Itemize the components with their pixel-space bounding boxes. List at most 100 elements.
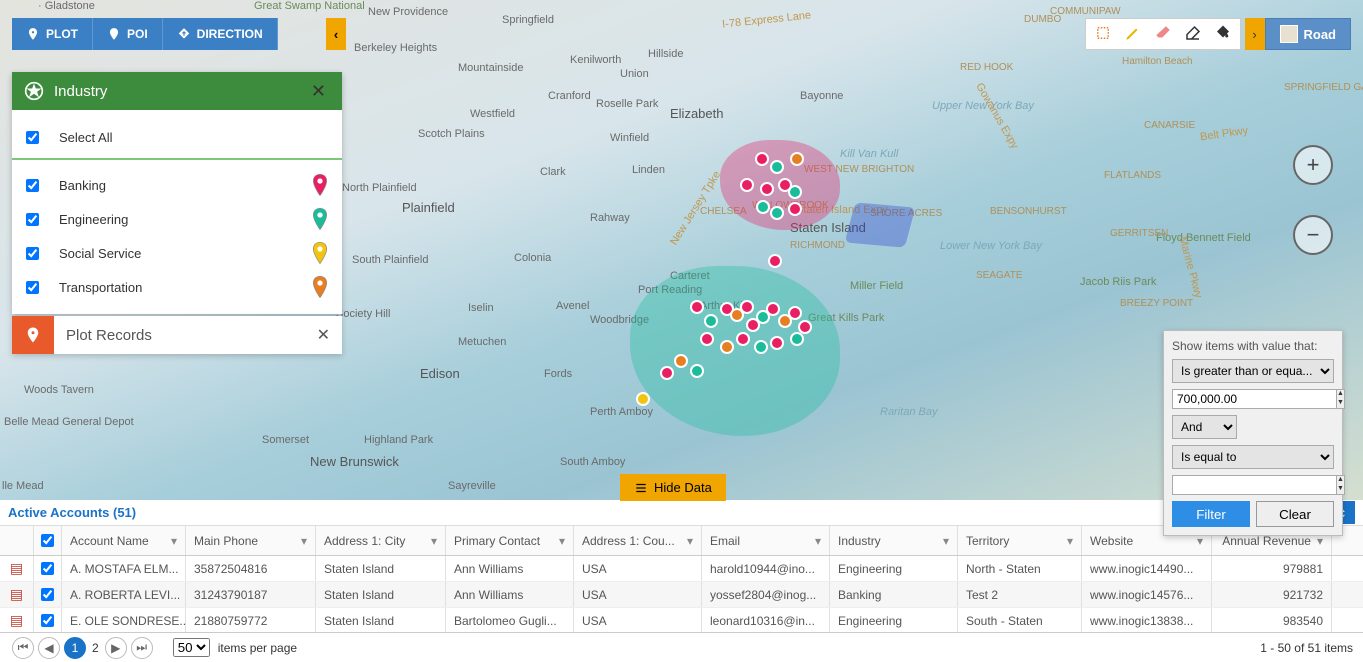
- map-marker[interactable]: [788, 202, 802, 216]
- zoom-in-button[interactable]: +: [1293, 145, 1333, 185]
- collapse-right-button[interactable]: ›: [1245, 18, 1265, 50]
- filter-apply-button[interactable]: Filter: [1172, 501, 1250, 527]
- page-number-2[interactable]: 2: [92, 641, 99, 655]
- industry-checkbox[interactable]: [26, 281, 39, 294]
- map-marker[interactable]: [770, 206, 784, 220]
- map-marker[interactable]: [766, 302, 780, 316]
- industry-checkbox[interactable]: [26, 179, 39, 192]
- industry-panel-body: Select All Banking Engineering Social Se…: [12, 110, 342, 314]
- map-type-button[interactable]: Road: [1265, 18, 1352, 50]
- map-marker[interactable]: [768, 254, 782, 268]
- map-label: FLATLANDS: [1104, 170, 1161, 181]
- map-marker[interactable]: [660, 366, 674, 380]
- eraser-tool-icon[interactable]: [1154, 24, 1172, 45]
- map-marker[interactable]: [700, 332, 714, 346]
- map-marker[interactable]: [736, 332, 750, 346]
- map-marker[interactable]: [720, 340, 734, 354]
- header-checkbox[interactable]: [41, 534, 54, 547]
- poi-button[interactable]: POI: [93, 18, 163, 50]
- industry-checkbox[interactable]: [26, 247, 39, 260]
- map-marker[interactable]: [788, 306, 802, 320]
- spinner-2[interactable]: ▲▼: [1337, 475, 1345, 495]
- filter-operator-2[interactable]: Is equal to: [1172, 445, 1334, 469]
- select-tool-icon[interactable]: [1094, 24, 1112, 45]
- map-marker[interactable]: [704, 314, 718, 328]
- map-marker[interactable]: [790, 152, 804, 166]
- filter-icon[interactable]: ▾: [431, 534, 437, 548]
- col-primary-contact[interactable]: Primary Contact▾: [446, 526, 574, 555]
- table-row[interactable]: ▤ A. ROBERTA LEVI... 31243790187 Staten …: [0, 582, 1363, 608]
- filter-icon[interactable]: ▾: [687, 534, 693, 548]
- zoom-out-button[interactable]: −: [1293, 215, 1333, 255]
- filter-clear-button[interactable]: Clear: [1256, 501, 1334, 527]
- spin-down-icon[interactable]: ▼: [1337, 485, 1344, 494]
- filter-operator-1[interactable]: Is greater than or equa...: [1172, 359, 1334, 383]
- map-label: Highland Park: [364, 434, 433, 446]
- page-first-button[interactable]: ⏮: [12, 637, 34, 659]
- row-checkbox[interactable]: [41, 614, 54, 627]
- direction-button[interactable]: DIRECTION: [163, 18, 278, 50]
- map-marker[interactable]: [690, 300, 704, 314]
- page-next-button[interactable]: ▶: [105, 637, 127, 659]
- pin-icon: [107, 27, 121, 41]
- page-number-1[interactable]: 1: [64, 637, 86, 659]
- map-marker[interactable]: [760, 182, 774, 196]
- page-last-button[interactable]: ⏭: [131, 637, 153, 659]
- hide-data-button[interactable]: Hide Data: [620, 474, 726, 501]
- filter-value-1[interactable]: [1172, 389, 1337, 409]
- spin-up-icon[interactable]: ▲: [1337, 390, 1344, 399]
- filter-icon[interactable]: ▾: [301, 534, 307, 548]
- pencil-tool-icon[interactable]: [1124, 24, 1142, 45]
- pin-icon: [312, 208, 328, 230]
- table-row[interactable]: ▤ E. OLE SONDRESE... 21880759772 Staten …: [0, 608, 1363, 634]
- edit-tool-icon[interactable]: [1184, 24, 1202, 45]
- map-marker[interactable]: [788, 185, 802, 199]
- col-account-name[interactable]: Account Name▾: [62, 526, 186, 555]
- col-industry[interactable]: Industry▾: [830, 526, 958, 555]
- filter-icon[interactable]: ▾: [815, 534, 821, 548]
- collapse-left-button[interactable]: ‹: [326, 18, 346, 50]
- filter-icon[interactable]: ▾: [1067, 534, 1073, 548]
- page-prev-button[interactable]: ◀: [38, 637, 60, 659]
- close-plot-records-button[interactable]: ✕: [305, 325, 342, 345]
- map-marker[interactable]: [740, 300, 754, 314]
- col-country[interactable]: Address 1: Cou...▾: [574, 526, 702, 555]
- map-marker[interactable]: [756, 200, 770, 214]
- map-marker[interactable]: [770, 336, 784, 350]
- map-label: Fords: [544, 368, 572, 380]
- table-row[interactable]: ▤ A. MOSTAFA ELM... 35872504816 Staten I…: [0, 556, 1363, 582]
- spin-down-icon[interactable]: ▼: [1337, 399, 1344, 408]
- col-main-phone[interactable]: Main Phone▾: [186, 526, 316, 555]
- row-checkbox[interactable]: [41, 588, 54, 601]
- spinner-1[interactable]: ▲▼: [1337, 389, 1345, 409]
- map-marker[interactable]: [790, 332, 804, 346]
- select-all-checkbox[interactable]: [26, 131, 39, 144]
- map-marker[interactable]: [636, 392, 650, 406]
- map-marker[interactable]: [690, 364, 704, 378]
- map-marker[interactable]: [674, 354, 688, 368]
- filter-conjunction[interactable]: And: [1172, 415, 1237, 439]
- plot-button[interactable]: PLOT: [12, 18, 93, 50]
- map-marker[interactable]: [740, 178, 754, 192]
- row-checkbox[interactable]: [41, 562, 54, 575]
- filter-value-2[interactable]: [1172, 475, 1337, 495]
- col-email[interactable]: Email▾: [702, 526, 830, 555]
- map-marker[interactable]: [755, 152, 769, 166]
- spin-up-icon[interactable]: ▲: [1337, 476, 1344, 485]
- col-select-all: [34, 526, 62, 555]
- col-territory[interactable]: Territory▾: [958, 526, 1082, 555]
- map-marker[interactable]: [754, 340, 768, 354]
- industry-checkbox[interactable]: [26, 213, 39, 226]
- filter-icon[interactable]: ▾: [943, 534, 949, 548]
- col-city[interactable]: Address 1: City▾: [316, 526, 446, 555]
- grid-titlebar: Active Accounts (51) Reset Related Rec: [0, 500, 1363, 526]
- fill-tool-icon[interactable]: [1214, 24, 1232, 45]
- list-icon: [634, 481, 648, 495]
- filter-icon[interactable]: ▾: [171, 534, 177, 548]
- filter-icon[interactable]: ▾: [559, 534, 565, 548]
- close-industry-button[interactable]: ✕: [307, 81, 330, 102]
- cell-revenue: 979881: [1212, 556, 1332, 581]
- page-size-select[interactable]: 50: [173, 638, 210, 657]
- map-marker[interactable]: [770, 160, 784, 174]
- col-icon: [0, 526, 34, 555]
